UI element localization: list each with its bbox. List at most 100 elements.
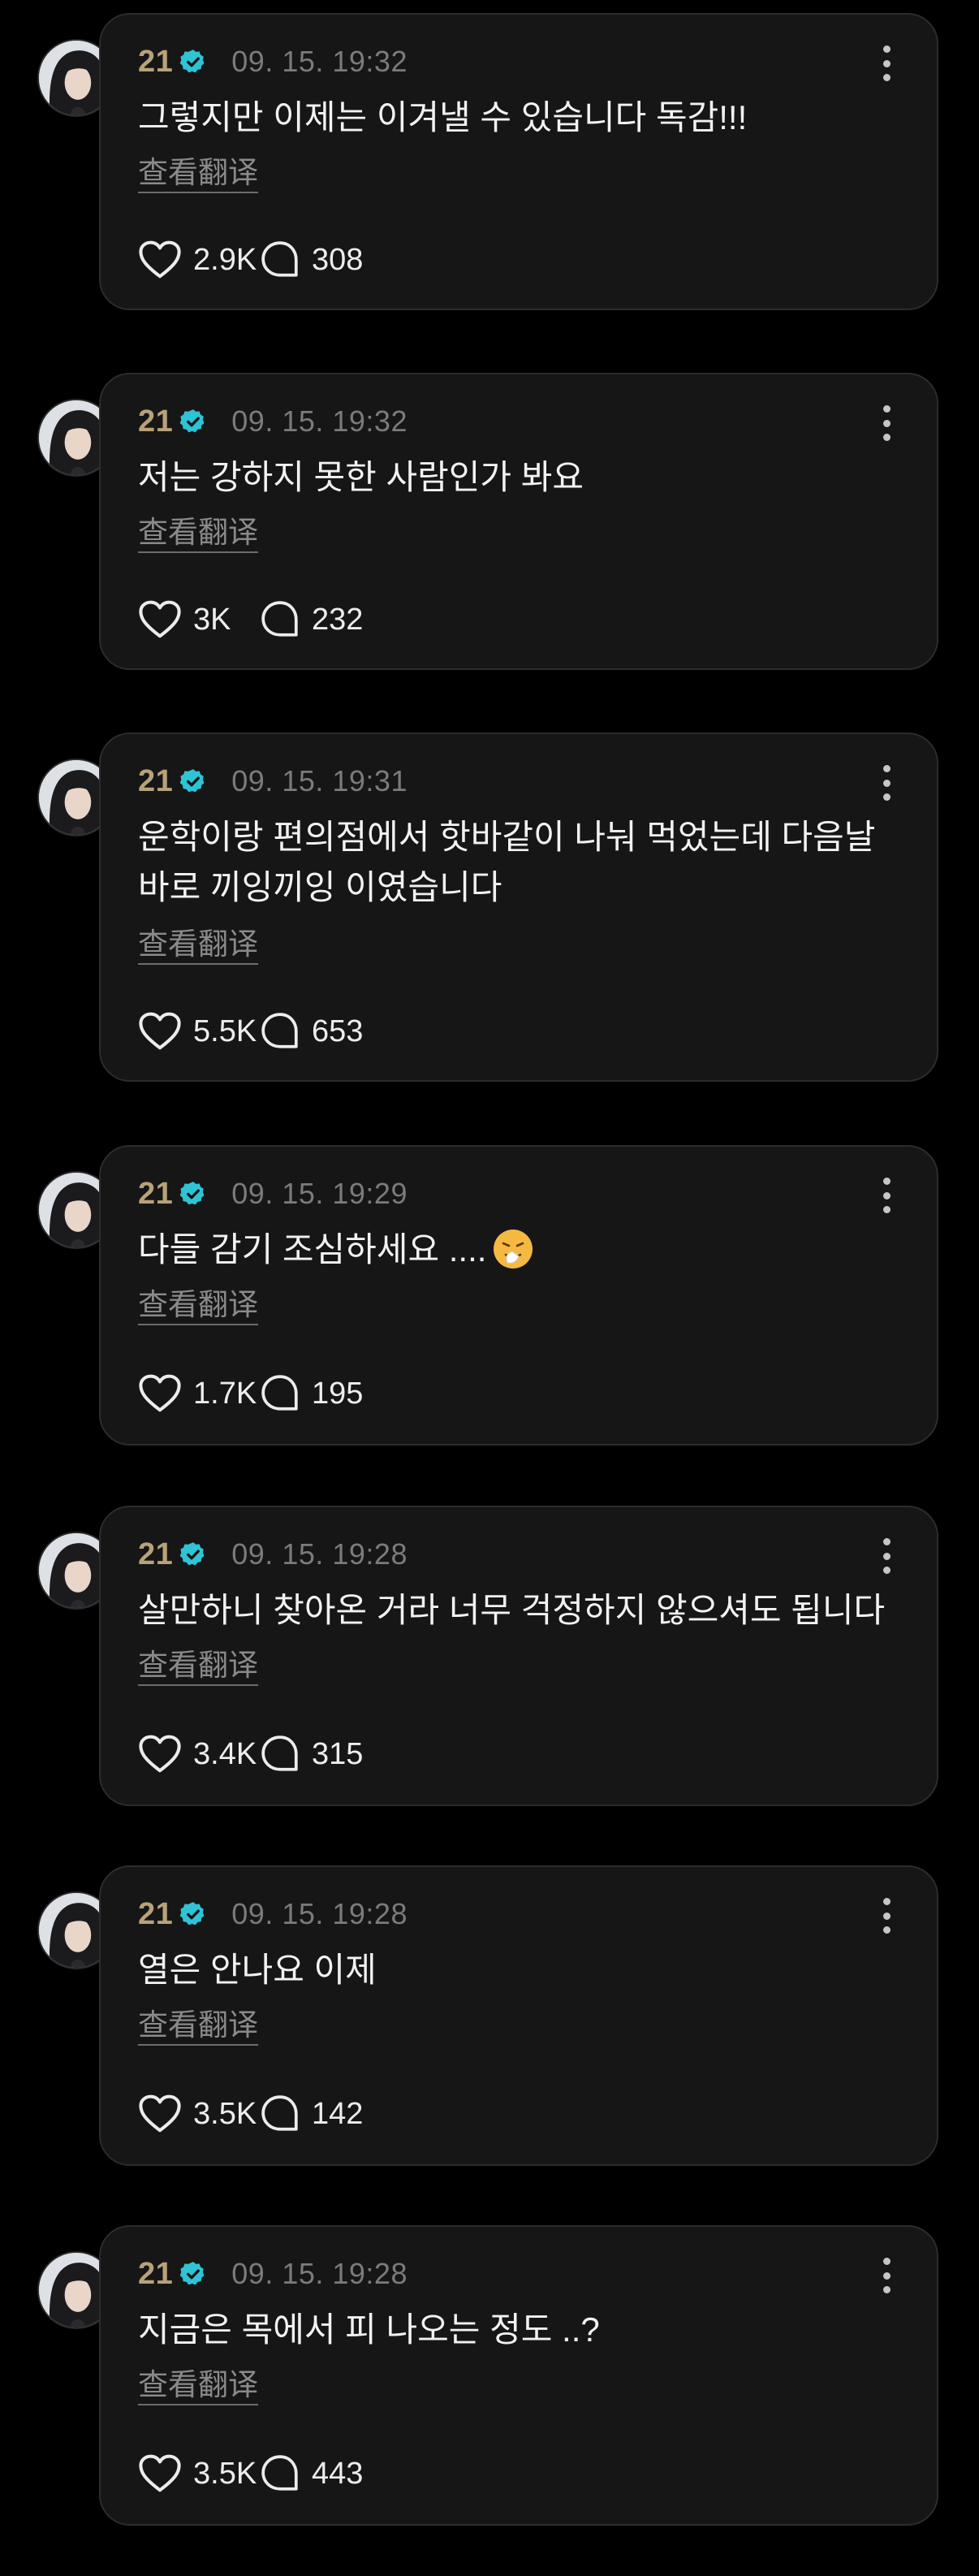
translate-link[interactable]: 查看翻译 [138, 154, 258, 193]
post-header: 21 09. 15. 19:31 [138, 763, 408, 799]
post-text: 저는 강하지 못한 사람인가 봐요 [138, 458, 584, 496]
post-stats: 3.5K 443 [138, 2451, 363, 2496]
like-count: 5.5K [193, 1014, 257, 1048]
timestamp: 09. 15. 19:32 [231, 404, 408, 438]
like-button[interactable]: 3.5K [138, 2453, 260, 2494]
more-options-icon[interactable] [878, 2258, 895, 2293]
username[interactable]: 21 [138, 404, 173, 439]
comment-bubble-icon [260, 599, 300, 640]
timestamp: 09. 15. 19:29 [231, 1177, 408, 1210]
comment-count: 195 [312, 1376, 364, 1411]
post-card[interactable]: 21 09. 15. 19:31 운학이랑 편의점에서 핫바같이 나눠 먹었는데… [99, 733, 938, 1082]
username[interactable]: 21 [138, 1177, 173, 1212]
comment-button[interactable]: 232 [260, 599, 363, 640]
like-button[interactable]: 2.9K [138, 240, 260, 280]
heart-icon [138, 240, 182, 280]
post-text: 살만하니 찾아온 거라 너무 걱정하지 않으셔도 됩니다 [138, 1591, 886, 1629]
comment-count: 443 [312, 2456, 364, 2491]
more-options-icon[interactable] [878, 1898, 895, 1934]
verified-badge-icon [179, 1900, 207, 1928]
comment-count: 308 [312, 242, 364, 277]
comment-button[interactable]: 142 [260, 2094, 363, 2134]
like-count: 1.7K [193, 1376, 257, 1411]
verified-badge-icon [179, 1541, 207, 1568]
comment-bubble-icon [260, 240, 300, 280]
post-stats: 1.7K 195 [138, 1371, 363, 1416]
more-options-icon[interactable] [878, 405, 895, 441]
post-card[interactable]: 21 09. 15. 19:32 저는 강하지 못한 사람인가 봐요 查看翻译 … [99, 373, 938, 670]
translate-link[interactable]: 查看翻译 [138, 2007, 258, 2046]
heart-icon [138, 2453, 182, 2494]
like-button[interactable]: 3K [138, 599, 260, 640]
like-button[interactable]: 5.5K [138, 1011, 260, 1052]
like-button[interactable]: 3.5K [138, 2094, 260, 2134]
post-stats: 5.5K 653 [138, 1009, 363, 1054]
comment-button[interactable]: 443 [260, 2453, 363, 2494]
username[interactable]: 21 [138, 764, 173, 799]
more-options-icon[interactable] [878, 765, 895, 801]
comment-count: 142 [312, 2096, 364, 2131]
post-card[interactable]: 21 09. 15. 19:28 열은 안나요 이제 查看翻译 3.5K 142 [99, 1865, 938, 2166]
sneezing-face-emoji [491, 1227, 535, 1271]
username[interactable]: 21 [138, 45, 173, 80]
like-button[interactable]: 1.7K [138, 1373, 260, 1414]
like-count: 3.5K [193, 2096, 257, 2131]
heart-icon [138, 1373, 182, 1414]
timestamp: 09. 15. 19:28 [231, 2257, 408, 2290]
post-header: 21 09. 15. 19:29 [138, 1176, 408, 1212]
username[interactable]: 21 [138, 2257, 173, 2292]
post-text: 열은 안나요 이제 [138, 1951, 377, 1989]
more-options-icon[interactable] [878, 1178, 895, 1213]
comment-button[interactable]: 315 [260, 1734, 363, 1774]
translate-link[interactable]: 查看翻译 [138, 1647, 258, 1686]
translate-link[interactable]: 查看翻译 [138, 926, 258, 965]
comment-count: 315 [312, 1736, 364, 1771]
more-options-icon[interactable] [878, 45, 895, 81]
verified-badge-icon [179, 408, 207, 435]
post-feed: 21 09. 15. 19:32 그렇지만 이제는 이겨낼 수 있습니다 독감!… [0, 0, 979, 2576]
like-count: 3.4K [193, 1736, 257, 1771]
post-card[interactable]: 21 09. 15. 19:29 다들 감기 조심하세요 .... 查看翻译 1… [99, 1145, 938, 1446]
post-header: 21 09. 15. 19:32 [138, 44, 408, 80]
translate-link[interactable]: 查看翻译 [138, 1286, 258, 1325]
verified-badge-icon [179, 1180, 207, 1208]
timestamp: 09. 15. 19:28 [231, 1537, 408, 1571]
post-header: 21 09. 15. 19:28 [138, 2256, 408, 2292]
timestamp: 09. 15. 19:32 [231, 45, 408, 78]
post-text: 운학이랑 편의점에서 핫바같이 나눠 먹었는데 다음날 바로 끼잉끼잉 이였습니… [138, 818, 876, 906]
comment-button[interactable]: 195 [260, 1373, 363, 1414]
comment-button[interactable]: 308 [260, 240, 363, 280]
post-stats: 3K 232 [138, 597, 363, 642]
post-stats: 2.9K 308 [138, 237, 363, 283]
verified-badge-icon [179, 48, 207, 76]
heart-icon [138, 1011, 182, 1052]
translate-link[interactable]: 查看翻译 [138, 2366, 258, 2405]
more-options-icon[interactable] [878, 1538, 895, 1574]
post-header: 21 09. 15. 19:32 [138, 404, 408, 439]
username[interactable]: 21 [138, 1897, 173, 1932]
post-card[interactable]: 21 09. 15. 19:28 살만하니 찾아온 거라 너무 걱정하지 않으셔… [99, 1506, 938, 1806]
timestamp: 09. 15. 19:28 [231, 1897, 408, 1930]
verified-badge-icon [179, 767, 207, 795]
comment-button[interactable]: 653 [260, 1011, 363, 1052]
username[interactable]: 21 [138, 1537, 173, 1572]
like-count: 3K [193, 602, 231, 637]
like-button[interactable]: 3.4K [138, 1734, 260, 1774]
translate-link[interactable]: 查看翻译 [138, 514, 258, 553]
like-count: 3.5K [193, 2456, 257, 2491]
post-header: 21 09. 15. 19:28 [138, 1896, 408, 1932]
post-text-content: 다들 감기 조심하세요 .... [138, 1230, 487, 1269]
post-text: 다들 감기 조심하세요 .... [138, 1225, 901, 1275]
comment-bubble-icon [260, 2453, 300, 2494]
post-stats: 3.4K 315 [138, 1731, 363, 1777]
comment-bubble-icon [260, 1373, 300, 1414]
comment-count: 653 [312, 1014, 364, 1048]
like-count: 2.9K [193, 242, 257, 277]
post-card[interactable]: 21 09. 15. 19:32 그렇지만 이제는 이겨낼 수 있습니다 독감!… [99, 13, 938, 310]
heart-icon [138, 2094, 182, 2134]
verified-badge-icon [179, 2260, 207, 2288]
post-card[interactable]: 21 09. 15. 19:28 지금은 목에서 피 나오는 정도 ..? 查看… [99, 2225, 938, 2526]
comment-bubble-icon [260, 2094, 300, 2134]
post-stats: 3.5K 142 [138, 2091, 363, 2137]
timestamp: 09. 15. 19:31 [231, 764, 408, 797]
